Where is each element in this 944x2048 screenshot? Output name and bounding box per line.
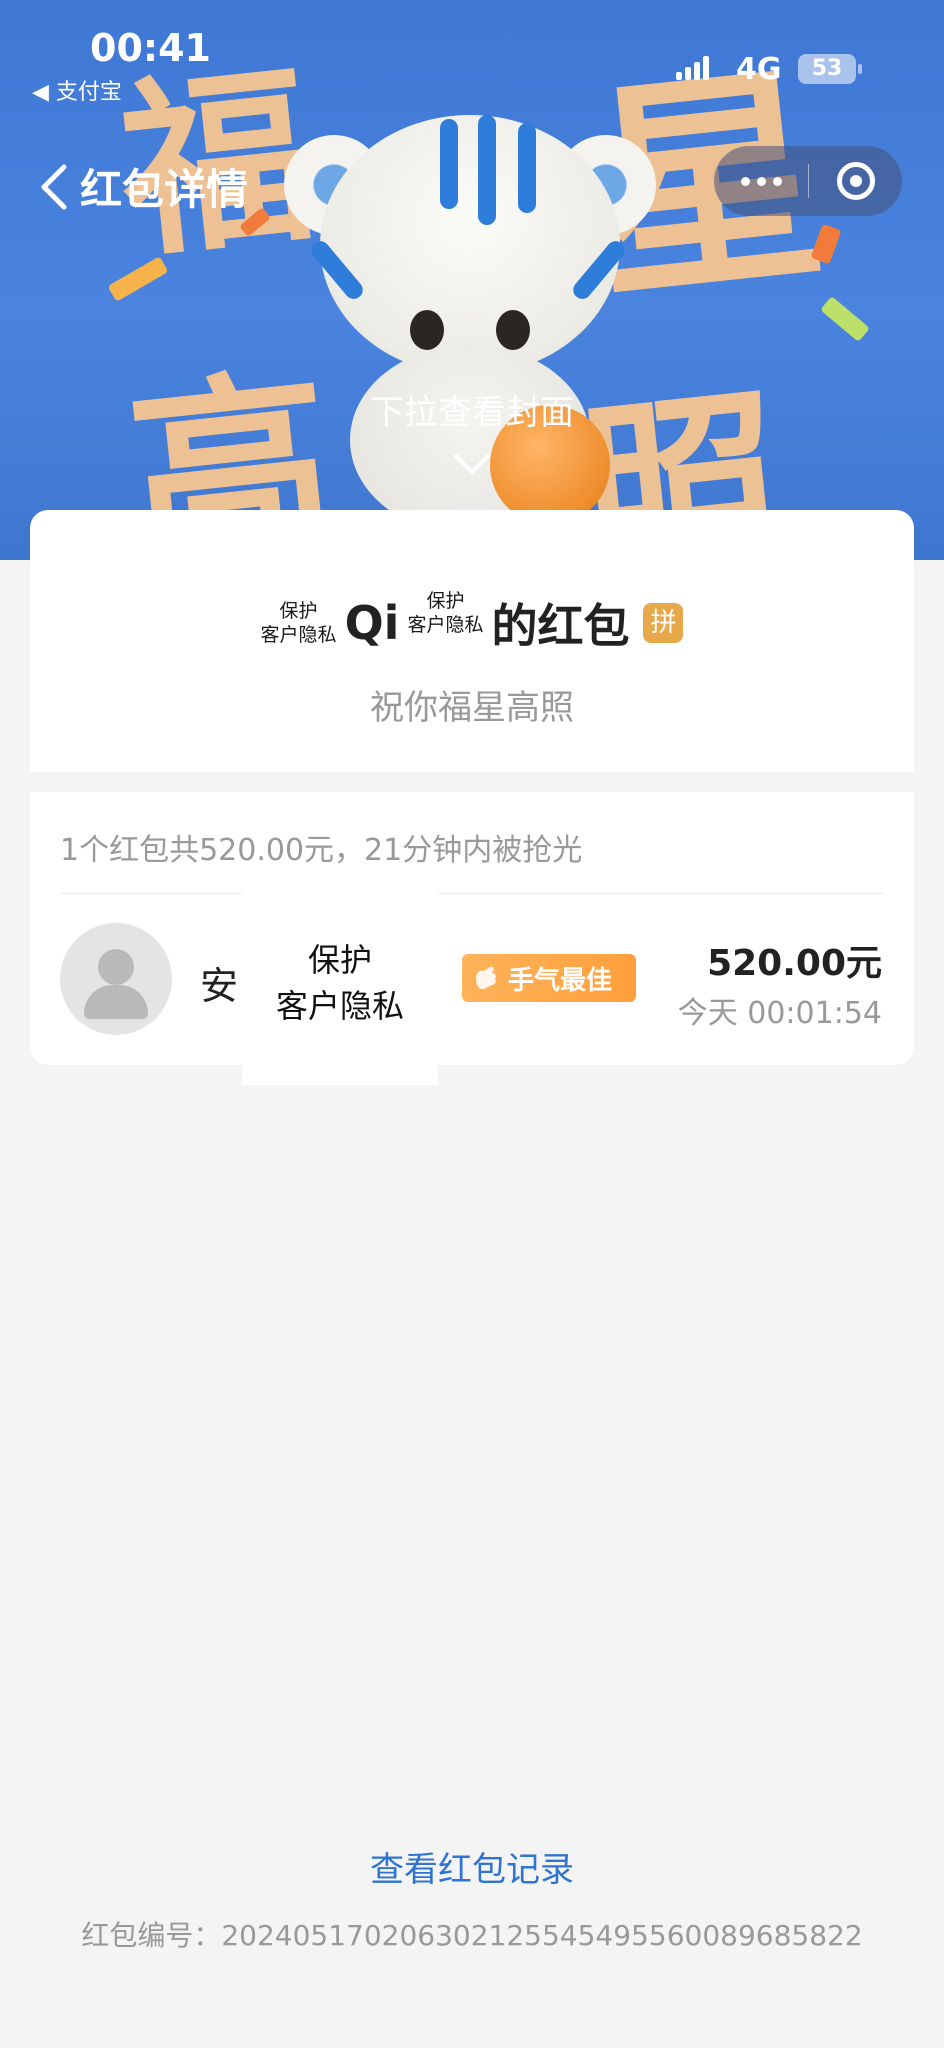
- cover-banner[interactable]: 福 星 高 照 00:41 ◀ 支付宝 4G 53 红包详情 下拉查看封面: [0, 0, 944, 560]
- back-to-app-link[interactable]: ◀ 支付宝: [32, 74, 122, 106]
- section-gap: [30, 772, 914, 792]
- received-time: 今天 00:01:54: [677, 996, 882, 1031]
- view-records-link[interactable]: 查看红包记录: [0, 1842, 944, 1891]
- signal-icon: [676, 56, 710, 80]
- hand-icon: [476, 966, 496, 990]
- page-title: 红包详情: [80, 165, 249, 214]
- network-type: 4G: [736, 52, 782, 87]
- more-icon: [740, 176, 750, 186]
- red-packet-title: 保护 客户隐私 Qi 保护 客户隐私 的红包 拼: [30, 590, 914, 656]
- privacy-stamp: 保护 客户隐私: [260, 600, 337, 646]
- miniapp-capsule: [714, 146, 902, 216]
- back-button[interactable]: 红包详情: [38, 156, 248, 217]
- best-luck-badge: 手气最佳: [462, 954, 636, 1002]
- receiver-name: 安: [200, 964, 239, 1008]
- battery-icon: 53: [798, 54, 862, 84]
- pin-badge: 拼: [643, 603, 684, 643]
- divider: [60, 893, 884, 894]
- red-packet-suffix: 的红包: [491, 599, 630, 653]
- blessing-text: 祝你福星高照: [370, 688, 574, 728]
- pull-to-view-cover-hint: 下拉查看封面: [370, 393, 574, 433]
- privacy-stamp: 保护 客户隐私: [407, 590, 484, 636]
- navbar: 红包详情: [0, 140, 944, 220]
- sender-name: Qi: [344, 596, 400, 650]
- red-packet-serial: 红包编号：20240517020630212554549556008968582…: [81, 1919, 863, 1952]
- privacy-mask: 保护 客户隐私: [242, 880, 438, 1085]
- received-amount: 520.00元: [707, 943, 882, 984]
- close-miniapp-button[interactable]: [809, 162, 902, 200]
- avatar: [60, 923, 172, 1035]
- more-button[interactable]: [714, 176, 808, 186]
- target-icon: [836, 162, 875, 200]
- status-time: 00:41: [90, 26, 211, 70]
- chevron-left-icon: [41, 164, 67, 209]
- status-bar: 00:41 ◀ 支付宝 4G 53: [0, 0, 944, 105]
- summary-text: 1个红包共520.00元，21分钟内被抢光: [60, 833, 583, 868]
- chevron-down-icon: [454, 454, 490, 474]
